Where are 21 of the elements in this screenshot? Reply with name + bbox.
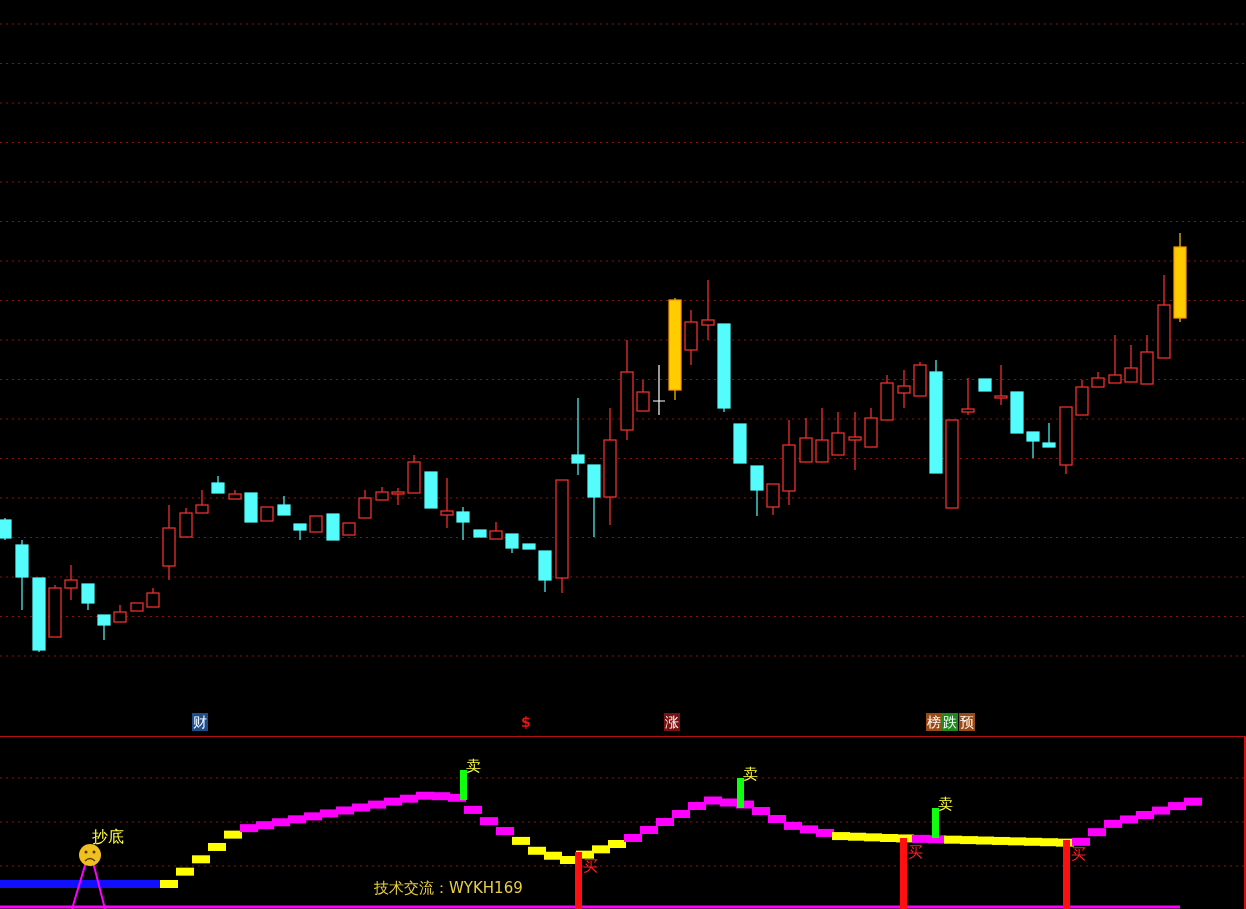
buy-signal-bar bbox=[575, 852, 582, 909]
bottom-signal-label: 抄底 bbox=[92, 826, 124, 848]
sell-signal-label: 卖 bbox=[743, 766, 758, 782]
event-marker[interactable]: $ bbox=[520, 713, 532, 731]
event-marker[interactable]: 榜 bbox=[926, 713, 942, 731]
event-marker[interactable]: 涨 bbox=[664, 713, 680, 731]
sell-signal-bar bbox=[460, 770, 467, 800]
sad-face-icon bbox=[78, 843, 102, 867]
sell-signal-label: 卖 bbox=[938, 796, 953, 812]
event-marker[interactable]: 跌 bbox=[942, 713, 958, 731]
sell-signal-bar bbox=[737, 778, 744, 808]
event-marker[interactable]: 财 bbox=[192, 713, 208, 731]
contact-note: 技术交流：WYKH169 bbox=[374, 878, 523, 899]
sell-signal-bar bbox=[932, 808, 939, 838]
buy-signal-bar bbox=[1063, 840, 1070, 909]
buy-signal-label: 买 bbox=[583, 858, 598, 874]
buy-signal-bar bbox=[900, 838, 907, 909]
event-marker[interactable]: 预 bbox=[959, 713, 975, 731]
buy-signal-label: 买 bbox=[908, 844, 923, 860]
buy-signal-label: 买 bbox=[1071, 846, 1086, 862]
sell-signal-label: 卖 bbox=[466, 758, 481, 774]
